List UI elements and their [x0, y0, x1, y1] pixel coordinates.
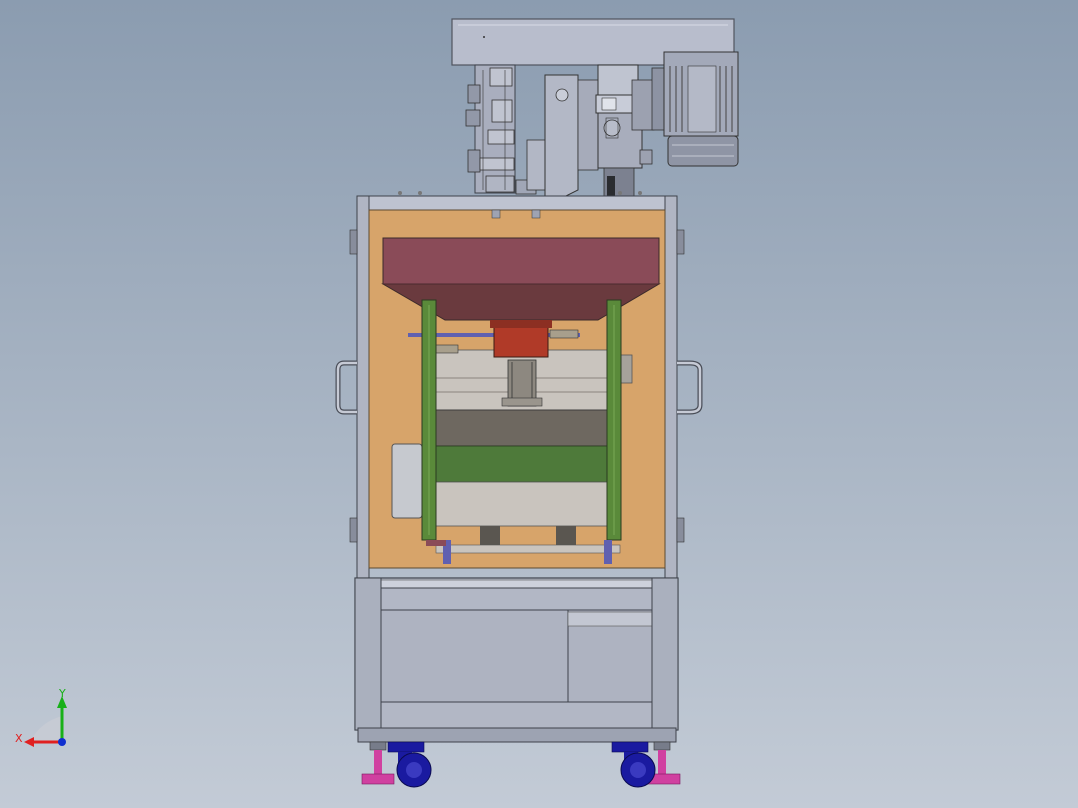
motor	[651, 51, 739, 167]
machine-model[interactable]	[0, 0, 1078, 808]
left-handle[interactable]	[335, 360, 357, 415]
cabinet-door-left[interactable]	[379, 609, 569, 703]
cad-viewport[interactable]: Y X	[0, 0, 1078, 808]
y-axis-label: Y	[59, 687, 66, 700]
casters	[387, 741, 656, 788]
gearbox	[595, 64, 655, 199]
left-mechanism	[465, 64, 550, 195]
center-bracket	[544, 74, 599, 199]
side-box	[391, 443, 423, 519]
lower-cabinet[interactable]	[354, 577, 679, 743]
x-axis-label: X	[15, 732, 23, 745]
right-handle[interactable]	[677, 360, 703, 415]
axis-triad[interactable]: Y X	[10, 684, 80, 754]
top-drive-assembly[interactable]	[451, 18, 739, 199]
